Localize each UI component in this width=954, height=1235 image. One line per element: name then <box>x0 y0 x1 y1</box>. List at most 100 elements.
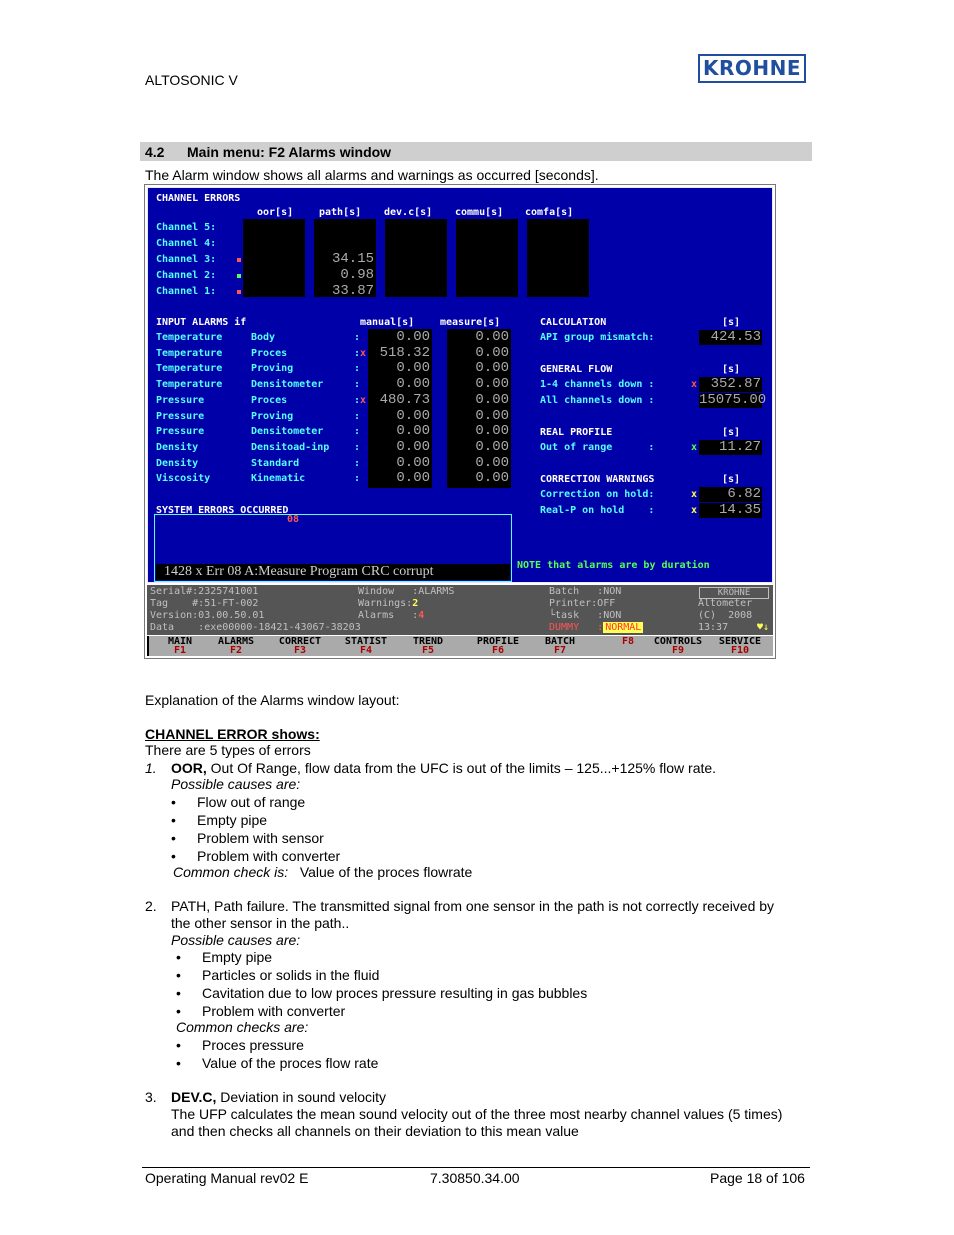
fkey-f7[interactable]: BATCH F7 <box>529 637 591 656</box>
window-label: Window : <box>358 586 419 597</box>
channel-col-box <box>385 219 447 297</box>
input-alarm-manual-value: 0.00 <box>396 438 430 455</box>
input-alarm-measure-value: 0.00 <box>475 344 509 361</box>
input-alarm-type: Pressure <box>156 394 205 406</box>
item1-desc: Out Of Range, flow data from the UFC is … <box>206 760 717 776</box>
batch-label: Batch : <box>549 586 604 597</box>
bullet-icon: • <box>171 830 176 846</box>
dummy-label: DUMMY : <box>549 622 604 633</box>
right-panel-unit: [s] <box>722 427 741 438</box>
duration-note: NOTE that alarms are by duration <box>517 560 710 571</box>
fkey-f10[interactable]: SERVICE F10 <box>709 637 771 656</box>
input-alarm-type: Temperature <box>156 363 223 375</box>
fkey-key: F3 <box>293 645 307 656</box>
function-key-bar: MAIN F1 ALARMS F2 CORRECT F3 STATIST F4 TREND F5 P… <box>147 636 773 656</box>
input-alarm-measure-value: 0.00 <box>475 360 509 377</box>
fkey-f2[interactable]: ALARMS F2 <box>205 637 267 656</box>
input-alarm-source: Densitometer <box>251 379 324 391</box>
fkey-key: F1 <box>173 645 187 656</box>
input-alarm-sep: : <box>354 426 361 438</box>
system-errors-box: 08 1428 x Err 08 A:Measure Program CRC c… <box>154 514 512 582</box>
bullet-item: Empty pipe <box>197 812 268 828</box>
right-panel-unit: [s] <box>722 364 741 375</box>
channel-col-header: commu[s] <box>455 207 504 218</box>
channel-col-header: path[s] <box>319 207 362 218</box>
system-error-code: 08 <box>287 514 300 525</box>
fkey-key: F10 <box>730 645 750 656</box>
input-alarm-sep: : <box>354 441 361 453</box>
right-panel-value: 424.53 <box>710 329 761 345</box>
dummy-mode-badge: NORMAL <box>603 622 644 633</box>
fkey-key: F9 <box>671 645 685 656</box>
channel-status-marker <box>237 274 241 278</box>
error-types-intro: There are 5 types of errors <box>145 742 311 758</box>
fkey-f6[interactable]: PROFILE F6 <box>467 637 529 656</box>
bullet-item: Problem with converter <box>197 848 341 864</box>
right-panel-row-label: Correction on hold: <box>540 489 655 500</box>
data-value: exe00000-18421-43067-38203 <box>204 622 361 633</box>
footer-manual: Operating Manual rev02 E <box>145 1170 309 1186</box>
input-alarm-sep: : <box>354 379 361 391</box>
fkey-f9[interactable]: CONTROLS F9 <box>647 637 709 656</box>
input-alarms-measure-header: measure[s] <box>440 317 501 328</box>
fkey-f3[interactable]: CORRECT F3 <box>269 637 331 656</box>
input-alarm-measure-value: 0.00 <box>475 423 509 440</box>
item3-title: DEV.C, Deviation in sound velocity <box>171 1089 386 1105</box>
intro-text: The Alarm window shows all alarms and wa… <box>145 167 599 183</box>
fkey-key: F4 <box>359 645 373 656</box>
right-panel-title: REAL PROFILE <box>540 427 613 438</box>
fkey-f4[interactable]: STATIST F4 <box>335 637 397 656</box>
printer-label: Printer: <box>549 598 598 609</box>
bullet-icon: • <box>176 967 181 983</box>
item2-line1: PATH, Path failure. The transmitted sign… <box>171 898 775 914</box>
input-alarm-sep: : <box>354 410 361 422</box>
item2-checks-label: Common checks are: <box>176 1019 309 1035</box>
item3-line2: The UFP calculates the mean sound veloci… <box>171 1106 783 1122</box>
channel-col-header: dev.c[s] <box>384 207 433 218</box>
channel-col-box <box>456 219 518 297</box>
tag-value: 51-FT-002 <box>204 598 259 609</box>
alarm-flag-x-icon: x <box>691 442 698 453</box>
channel-error-value: 0.98 <box>340 267 374 283</box>
bullet-item: Problem with converter <box>202 1003 346 1019</box>
input-alarm-measure-value: 0.00 <box>475 454 509 471</box>
input-alarm-manual-value: 0.00 <box>396 423 430 440</box>
input-alarm-measure-value: 0.00 <box>475 376 509 393</box>
right-panel-value: 6.82 <box>727 486 761 502</box>
input-alarm-sep: : <box>354 457 361 469</box>
input-alarm-measure-value: 0.00 <box>475 470 509 487</box>
product-name: Altometer <box>698 598 753 609</box>
footer-rule <box>142 1167 810 1168</box>
fkey-f1[interactable]: MAIN F1 <box>149 637 211 656</box>
bullet-icon: • <box>171 848 176 864</box>
bullet-item: Cavitation due to low proces pressure re… <box>202 985 588 1001</box>
bullet-icon: • <box>176 985 181 1001</box>
input-alarm-measure-value: 0.00 <box>475 329 509 345</box>
input-alarm-manual-value: 0.00 <box>396 329 430 345</box>
channel-col-header: oor[s] <box>257 207 294 218</box>
explanation-heading: Explanation of the Alarms window layout: <box>145 692 400 708</box>
right-panel-row-label: API group mismatch: <box>540 332 655 343</box>
warnings-label: Warnings: <box>358 598 413 609</box>
heart-arrow-icon: ♥↓ <box>757 622 770 633</box>
item1-bold: OOR, <box>171 760 207 776</box>
input-alarm-sep: : <box>354 473 361 485</box>
input-alarm-source: Proces <box>251 347 288 359</box>
alarm-flag-x-icon: x <box>360 394 367 406</box>
alarms-window-screenshot: CHANNEL ERRORS INPUT ALARMS if manual[s]… <box>144 184 776 659</box>
input-alarm-manual-value: 0.00 <box>396 360 430 377</box>
input-alarm-source: Standard <box>251 457 300 469</box>
channel-row-label: Channel 2: <box>156 270 217 281</box>
section-title: Main menu: F2 Alarms window <box>187 144 392 160</box>
clock-time: 13:37 <box>698 622 729 633</box>
input-alarm-source: Proving <box>251 410 294 422</box>
input-alarm-manual-value: 518.32 <box>379 344 430 361</box>
version-label: Version: <box>150 610 199 621</box>
fkey-f5[interactable]: TREND F5 <box>397 637 459 656</box>
window-value: ALARMS <box>418 586 455 597</box>
input-alarms-title: INPUT ALARMS if <box>156 317 247 328</box>
bullet-item: Empty pipe <box>202 949 273 965</box>
input-alarm-manual-value: 0.00 <box>396 470 430 487</box>
item2-number: 2. <box>145 898 157 914</box>
right-panel-title: CALCULATION <box>540 317 607 328</box>
